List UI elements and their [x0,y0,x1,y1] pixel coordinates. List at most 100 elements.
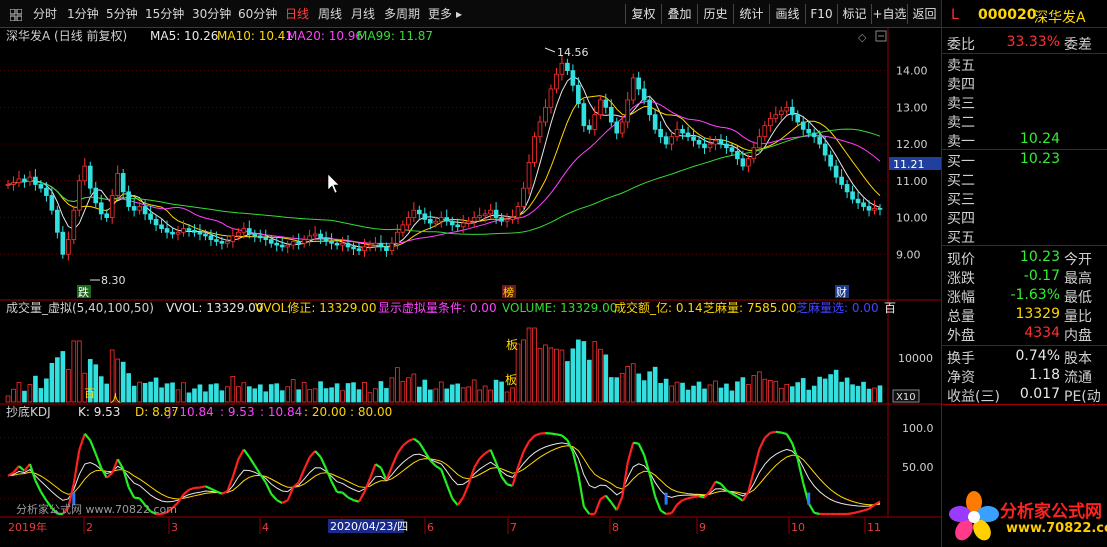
ask-row-1-label: 卖一 [947,134,975,150]
volume-bar [411,373,417,403]
period-tab-1min[interactable]: 1分钟 [67,5,99,23]
stat2-row-0-label: 换手 [947,351,975,367]
candle-body [565,62,570,71]
volume-bar [329,387,334,403]
volume-bar [466,386,471,403]
history-button[interactable]: 历史 [697,4,733,24]
volume-bar [559,349,565,403]
candle-body [87,165,93,189]
candle-body [351,246,356,250]
volume-bar [290,379,296,403]
period-tab-more[interactable]: 更多 [428,5,452,23]
candle-body [543,106,548,123]
grid-menu-icon[interactable] [10,9,22,21]
volume-bar [685,389,691,403]
volume-bar [120,361,126,403]
candle-body [625,99,631,123]
kline-chart[interactable]: 深华发A (日线 前复权) MA5: 10.26 MA10: 10.41 MA2… [0,28,941,547]
diamond-icon[interactable]: ◇ [858,31,867,44]
candle-body [148,213,153,220]
market-flag: L [951,7,959,23]
candle-body [49,195,55,211]
candle-body [241,228,247,233]
period-tab-15min[interactable]: 15分钟 [145,5,184,23]
volume-bar [746,384,751,403]
volume-bar [373,388,378,403]
volume-bar [658,382,663,403]
volume-label-4: VOLUME: 13329.00 [502,301,617,315]
kdj-j-segment [698,495,705,499]
candle-body [170,231,175,235]
volume-bar [16,382,22,403]
mark-button[interactable]: 标记 [837,4,871,24]
candle-body [27,176,33,182]
stats-button[interactable]: 统计 [733,4,769,24]
volume-bar [619,372,625,403]
stock-name[interactable]: 深华发A [1034,7,1086,27]
overlay-button[interactable]: 叠加 [661,4,697,24]
candle-body [608,106,614,123]
candle-body [175,231,181,235]
period-tab-fenshi[interactable]: 分时 [33,5,57,23]
candle-body [735,151,740,160]
kdj-j-segment [857,509,864,513]
candle-body [866,206,872,211]
volume-bar [252,388,258,403]
volume-bar [587,359,592,403]
candle-body [345,242,351,248]
stat-row-1: 涨跌 -0.17 最高 [942,267,1107,287]
stat2-row-2-value: 0.017 [1019,386,1060,402]
period-tab-60min[interactable]: 60分钟 [238,5,277,23]
volume-bar [510,387,515,403]
volume-bar [872,387,877,403]
candle-body [833,165,839,178]
stock-code[interactable]: 000020 [978,7,1036,23]
stat-row-1-value: -0.17 [1023,268,1060,284]
back-button[interactable]: 返回 [907,4,941,24]
draw-button[interactable]: 画线 [769,4,805,24]
volume-bar [55,357,60,403]
volume-bar [767,379,773,403]
period-tab-multi[interactable]: 多周期 [384,5,420,23]
candle-body [427,218,433,224]
candle-body [581,103,587,127]
bid-row-5: 买五 [942,226,1107,246]
period-tab-daily[interactable]: 日线 [285,5,309,23]
volume-bar [142,382,148,403]
candle-body [762,125,768,138]
candle-body [433,220,439,224]
candle-body [636,77,642,90]
candle-body [592,114,598,130]
kdj-j-segment [813,511,820,516]
stat2-row-0: 换手 0.74% 股本 [942,347,1107,367]
candle-body [559,62,565,75]
kdj-label-5: : 10.84 [260,405,302,419]
add-watchlist-button[interactable]: +自选 [871,4,907,24]
period-tab-5min[interactable]: 5分钟 [106,5,138,23]
more-arrow-icon[interactable]: ▸ [456,5,462,23]
candle-body [493,209,499,218]
ma20-label: MA20: 10.96 [287,29,363,43]
volume-bar [274,383,280,403]
candle-body [482,213,488,217]
period-tab-weekly[interactable]: 周线 [318,5,342,23]
candle-body [181,228,186,233]
volume-bar [312,388,318,403]
volume-bar [757,371,762,403]
candle-body [817,136,822,145]
f10-button[interactable]: F10 [805,4,837,24]
ask-row-1-value: 10.24 [1019,131,1060,147]
volume-bar [22,390,27,403]
period-tab-30min[interactable]: 30分钟 [192,5,231,23]
volume-label-5: 成交额_亿: 0.14 [614,300,703,315]
period-tab-monthly[interactable]: 月线 [351,5,375,23]
stat-row-2-value: -1.63% [1010,287,1060,303]
candle-body [515,206,521,218]
fuquan-button[interactable]: 复权 [625,4,661,24]
flower-logo-icon [949,491,999,541]
candle-body [740,158,746,167]
candle-body [164,228,170,233]
volume-bar [433,388,439,403]
stat-row-3-value: 13329 [1015,306,1060,322]
volume-label-6: 芝麻量: 7585.00 [703,300,796,315]
